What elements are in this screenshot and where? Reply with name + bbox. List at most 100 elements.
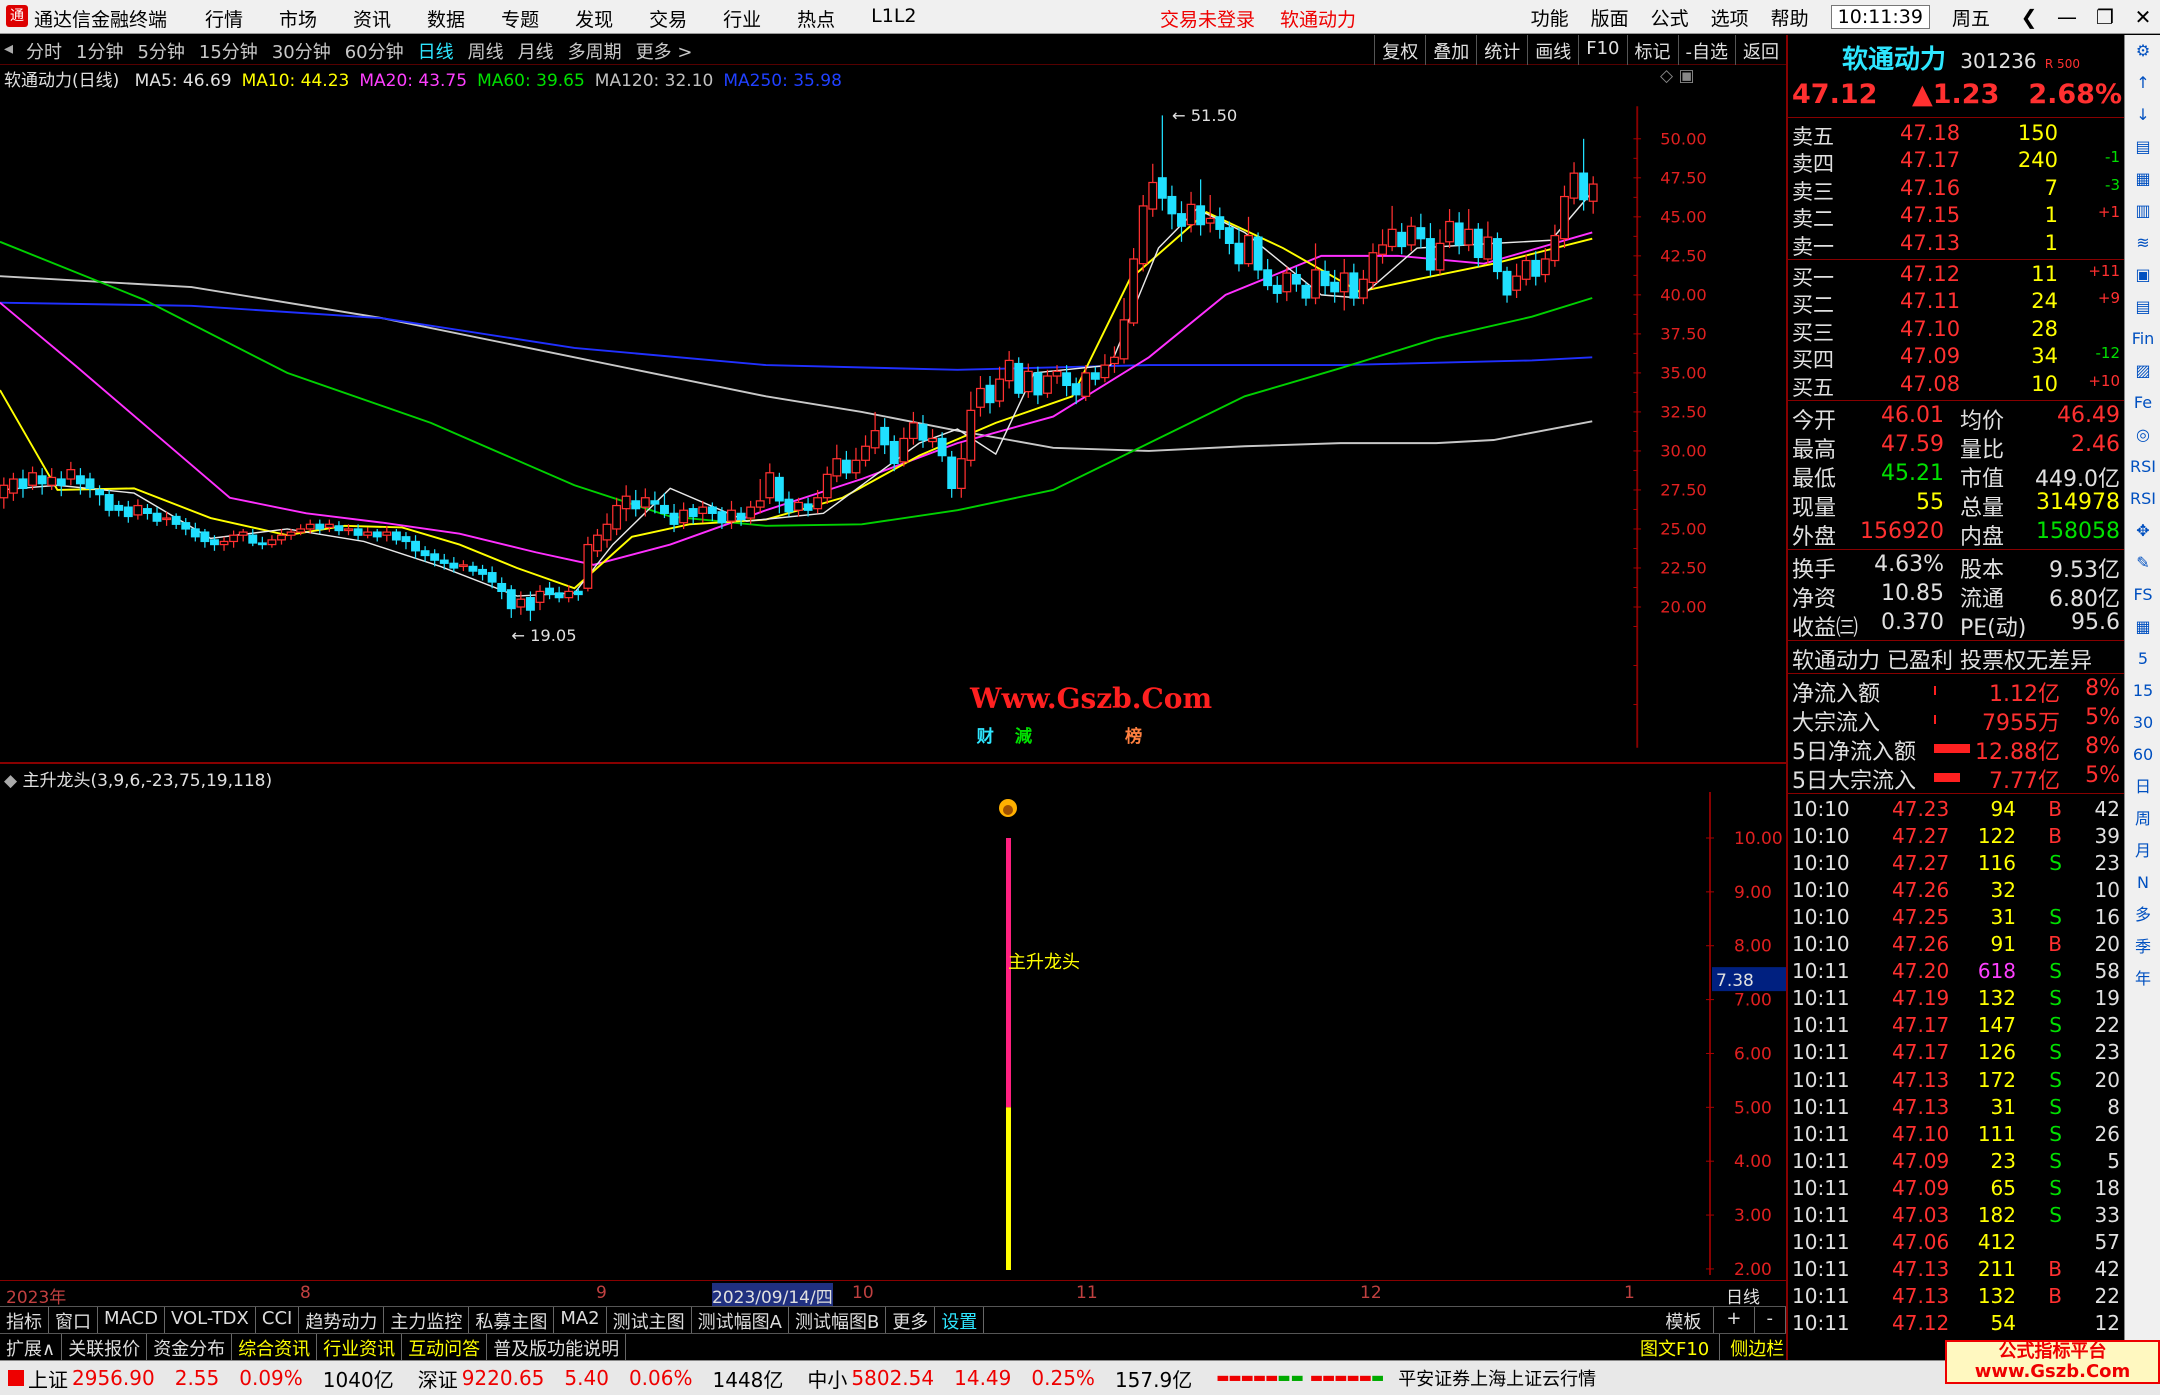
minimize-icon[interactable]: — [2050, 5, 2084, 29]
sidebar-icon-8[interactable]: ▤ [2125, 291, 2160, 323]
period-tab-2[interactable]: 5分钟 [137, 38, 184, 64]
menu-item-3[interactable]: 数据 [427, 5, 465, 32]
menu-item-8[interactable]: 热点 [797, 5, 835, 32]
menu-item-2[interactable]: 资讯 [353, 5, 391, 32]
sidebar-icon-27[interactable]: 多 [2125, 899, 2160, 931]
event-marker-1[interactable]: 減 [1015, 726, 1033, 747]
menu-item-6[interactable]: 交易 [649, 5, 687, 32]
right-menu-item-0[interactable]: 功能 [1531, 4, 1569, 31]
indicator-tab-3[interactable]: VOL-TDX [165, 1307, 256, 1335]
back-icon[interactable]: ❮ [2012, 5, 2046, 29]
extension-tab-0[interactable]: 扩展∧ [0, 1334, 63, 1362]
sidebar-icon-9[interactable]: Fin [2125, 323, 2160, 355]
ask-level-0[interactable]: 卖五 47.18 150 [1792, 121, 2122, 149]
extension-tab-5[interactable]: 互动问答 [402, 1334, 488, 1362]
sidebar-icon-3[interactable]: ▤ [2125, 131, 2160, 163]
indicator-tab-11[interactable]: 测试幅图B [789, 1307, 887, 1335]
sidebar-icon-12[interactable]: ◎ [2125, 419, 2160, 451]
menu-item-7[interactable]: 行业 [723, 5, 761, 32]
right-menu-item-3[interactable]: 选项 [1711, 4, 1749, 31]
period-tab-9[interactable]: 多周期 [568, 38, 622, 64]
market-breadth-icon[interactable]: ▬▬▬▬▬ ▬▬ ▬▬▬▬▬ ▬ [1216, 1370, 1384, 1386]
sidebar-icon-24[interactable]: 周 [2125, 803, 2160, 835]
collapse-icon[interactable]: ◂ [4, 38, 24, 59]
event-marker-0[interactable]: 财 [977, 726, 994, 747]
sidebar-icon-7[interactable]: ▣ [2125, 259, 2160, 291]
sidebar-icon-6[interactable]: ≋ [2125, 227, 2160, 259]
period-tab-3[interactable]: 15分钟 [199, 38, 258, 64]
extension-tab-3[interactable]: 综合资讯 [232, 1334, 318, 1362]
template-tab-2[interactable]: - [1755, 1307, 1786, 1335]
side-tab-0[interactable]: 图文F10 [1630, 1334, 1721, 1362]
bid-level-1[interactable]: 买二 47.11 24 +9 [1792, 289, 2122, 317]
indicator-chart[interactable]: 10.00 9.00 8.00 7.00 6.00 5.00 4.00 3.00 2.00 7.3… [0, 792, 1786, 1275]
extension-tab-1[interactable]: 关联报价 [62, 1334, 148, 1362]
pane-divider[interactable] [0, 762, 1786, 764]
extension-tab-2[interactable]: 资金分布 [147, 1334, 233, 1362]
sidebar-icon-10[interactable]: ▨ [2125, 355, 2160, 387]
server-name[interactable]: 平安证券上海上证云行情 [1398, 1365, 1596, 1391]
bid-level-2[interactable]: 买三 47.10 28 [1792, 317, 2122, 345]
zx-index[interactable]: 中小 5802.54 14.49 0.25% 157.9亿 [807, 1364, 1192, 1393]
period-tab-7[interactable]: 周线 [468, 38, 504, 64]
sidebar-icon-16[interactable]: ✎ [2125, 547, 2160, 579]
restore-icon[interactable]: ❐ [2088, 5, 2122, 29]
indicator-tab-8[interactable]: MA2 [554, 1307, 607, 1335]
sidebar-icon-5[interactable]: ▥ [2125, 195, 2160, 227]
indicator-tab-5[interactable]: 趋势动力 [299, 1307, 385, 1335]
right-menu-item-4[interactable]: 帮助 [1771, 4, 1809, 31]
sidebar-icon-22[interactable]: 60 [2125, 739, 2160, 771]
bid-level-3[interactable]: 买四 47.09 34 -12 [1792, 344, 2122, 372]
menu-item-0[interactable]: 行情 [205, 5, 243, 32]
indicator-tab-1[interactable]: 窗口 [49, 1307, 98, 1335]
menu-item-1[interactable]: 市场 [279, 5, 317, 32]
indicator-tab-9[interactable]: 测试主图 [607, 1307, 692, 1335]
sh-index[interactable]: 上证 2956.90 2.55 0.09% 1040亿 [8, 1364, 394, 1393]
period-tab-4[interactable]: 30分钟 [272, 38, 331, 64]
tool-button-0[interactable]: 复权 [1374, 35, 1425, 65]
period-tab-0[interactable]: 分时 [26, 38, 62, 64]
sidebar-icon-1[interactable]: ↑ [2125, 67, 2160, 99]
chart-options-icon[interactable]: ◇ ▣ [1660, 66, 1695, 86]
sidebar-icon-17[interactable]: FS [2125, 579, 2160, 611]
tool-button-1[interactable]: 叠加 [1425, 35, 1476, 65]
bid-level-0[interactable]: 买一 47.12 11 +11 [1792, 262, 2122, 290]
indicator-toggle-icon[interactable]: ◆ [4, 771, 17, 791]
indicator-tab-7[interactable]: 私募主图 [469, 1307, 555, 1335]
sidebar-icon-29[interactable]: 年 [2125, 963, 2160, 995]
sidebar-icon-23[interactable]: 日 [2125, 771, 2160, 803]
period-tab-6[interactable]: 日线 [418, 38, 454, 64]
sidebar-icon-18[interactable]: ▦ [2125, 611, 2160, 643]
period-tab-5[interactable]: 60分钟 [345, 38, 404, 64]
bid-level-4[interactable]: 买五 47.08 10 +10 [1792, 372, 2122, 400]
tool-button-7[interactable]: 返回 [1735, 35, 1786, 65]
sidebar-icon-11[interactable]: Fe [2125, 387, 2160, 419]
sidebar-icon-20[interactable]: 15 [2125, 675, 2160, 707]
tool-button-4[interactable]: F10 [1578, 35, 1626, 65]
indicator-tab-6[interactable]: 主力监控 [384, 1307, 470, 1335]
indicator-tab-2[interactable]: MACD [98, 1307, 165, 1335]
indicator-tab-4[interactable]: CCI [256, 1307, 300, 1335]
indicator-tab-12[interactable]: 更多 [886, 1307, 936, 1335]
sidebar-icon-19[interactable]: 5 [2125, 643, 2160, 675]
extension-tab-6[interactable]: 普及版功能说明 [487, 1334, 627, 1362]
period-tab-1[interactable]: 1分钟 [76, 38, 123, 64]
sidebar-icon-14[interactable]: RSI [2125, 483, 2160, 515]
sidebar-icon-25[interactable]: 月 [2125, 835, 2160, 867]
sidebar-icon-13[interactable]: RSI [2125, 451, 2160, 483]
tool-button-6[interactable]: -自选 [1677, 35, 1736, 65]
login-status[interactable]: 交易未登录 [1160, 5, 1255, 32]
tool-button-3[interactable]: 画线 [1527, 35, 1578, 65]
template-tab-0[interactable]: 模板 [1653, 1307, 1715, 1335]
sidebar-icon-4[interactable]: ▦ [2125, 163, 2160, 195]
menu-item-4[interactable]: 专题 [501, 5, 539, 32]
sidebar-icon-28[interactable]: 季 [2125, 931, 2160, 963]
ask-level-2[interactable]: 卖三 47.16 7 -3 [1792, 176, 2122, 204]
right-menu-item-2[interactable]: 公式 [1651, 4, 1689, 31]
menu-item-5[interactable]: 发现 [575, 5, 613, 32]
extension-tab-4[interactable]: 行业资讯 [317, 1334, 403, 1362]
sidebar-icon-15[interactable]: ✥ [2125, 515, 2160, 547]
close-icon[interactable]: ✕ [2126, 5, 2160, 29]
period-tab-10[interactable]: 更多 > [636, 38, 693, 64]
sidebar-icon-21[interactable]: 30 [2125, 707, 2160, 739]
